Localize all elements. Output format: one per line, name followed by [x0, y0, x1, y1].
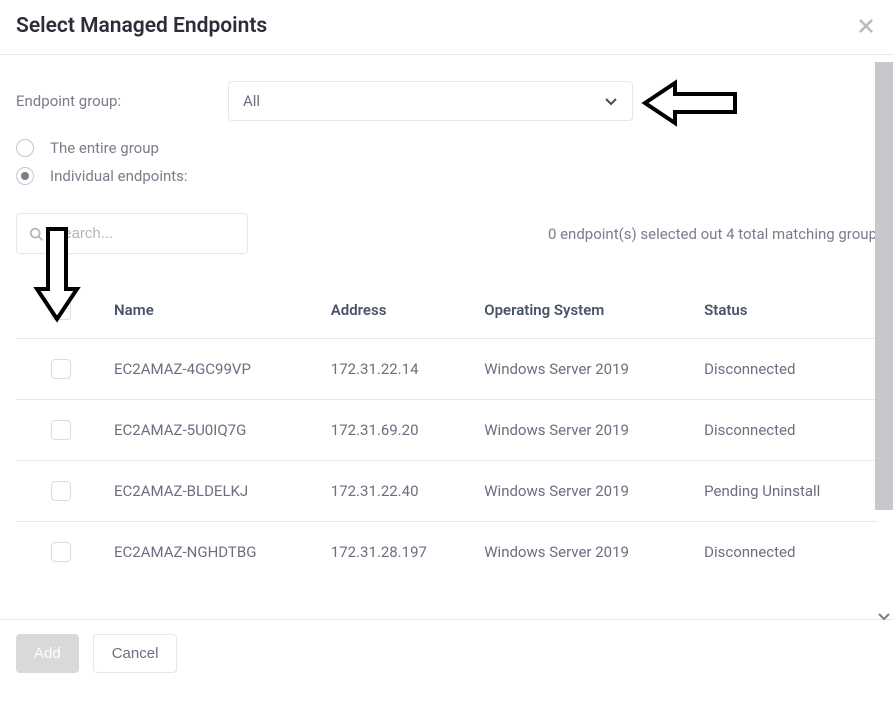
- add-button[interactable]: Add: [16, 634, 79, 673]
- table-row: EC2AMAZ-BLDELKJ 172.31.22.40 Windows Ser…: [16, 461, 877, 522]
- selection-summary: 0 endpoint(s) selected out 4 total match…: [548, 225, 877, 243]
- row-checkbox[interactable]: [51, 542, 71, 562]
- radio-individual-label: Individual endpoints:: [50, 167, 188, 185]
- cell-address: 172.31.28.197: [323, 522, 476, 583]
- search-input[interactable]: [51, 224, 235, 243]
- endpoints-table: Name Address Operating System Status EC2…: [16, 282, 877, 582]
- row-checkbox[interactable]: [51, 359, 71, 379]
- radio-individual[interactable]: [16, 167, 34, 185]
- radio-entire-group-label: The entire group: [50, 139, 159, 157]
- select-all-checkbox[interactable]: [51, 300, 71, 320]
- cell-name: EC2AMAZ-5U0IQ7G: [106, 400, 323, 461]
- search-box[interactable]: [16, 213, 248, 254]
- scrollbar[interactable]: [875, 62, 893, 510]
- scroll-down-icon[interactable]: [877, 609, 891, 623]
- endpoint-group-value: All: [243, 92, 260, 110]
- cell-os: Windows Server 2019: [476, 461, 696, 522]
- cancel-button[interactable]: Cancel: [93, 634, 178, 673]
- modal-title: Select Managed Endpoints: [16, 14, 267, 38]
- search-row: 0 endpoint(s) selected out 4 total match…: [16, 213, 877, 254]
- modal-body: Endpoint group: All The entire group Ind…: [0, 55, 893, 598]
- close-icon[interactable]: [859, 19, 873, 33]
- cell-status: Disconnected: [696, 400, 877, 461]
- modal-footer: Add Cancel: [0, 620, 893, 687]
- cell-status: Pending Uninstall: [696, 461, 877, 522]
- cell-name: EC2AMAZ-4GC99VP: [106, 339, 323, 400]
- cell-status: Disconnected: [696, 522, 877, 583]
- cell-os: Windows Server 2019: [476, 339, 696, 400]
- table-row: EC2AMAZ-5U0IQ7G 172.31.69.20 Windows Ser…: [16, 400, 877, 461]
- modal-header: Select Managed Endpoints: [0, 0, 893, 55]
- endpoint-group-select[interactable]: All: [228, 81, 633, 121]
- row-checkbox[interactable]: [51, 420, 71, 440]
- cell-address: 172.31.22.14: [323, 339, 476, 400]
- col-status[interactable]: Status: [696, 282, 877, 339]
- cell-address: 172.31.69.20: [323, 400, 476, 461]
- radio-entire-group-row: The entire group: [16, 139, 877, 157]
- search-icon: [29, 226, 43, 242]
- endpoint-group-row: Endpoint group: All: [16, 81, 877, 121]
- endpoint-group-label: Endpoint group:: [16, 92, 228, 110]
- cell-name: EC2AMAZ-NGHDTBG: [106, 522, 323, 583]
- cell-os: Windows Server 2019: [476, 522, 696, 583]
- chevron-down-icon: [604, 94, 618, 108]
- col-name[interactable]: Name: [106, 282, 323, 339]
- cell-address: 172.31.22.40: [323, 461, 476, 522]
- radio-individual-row: Individual endpoints:: [16, 167, 877, 185]
- scroll-area[interactable]: Endpoint group: All The entire group Ind…: [0, 55, 893, 620]
- table-row: EC2AMAZ-4GC99VP 172.31.22.14 Windows Ser…: [16, 339, 877, 400]
- col-address[interactable]: Address: [323, 282, 476, 339]
- table-row: EC2AMAZ-NGHDTBG 172.31.28.197 Windows Se…: [16, 522, 877, 583]
- col-os[interactable]: Operating System: [476, 282, 696, 339]
- cell-os: Windows Server 2019: [476, 400, 696, 461]
- cell-name: EC2AMAZ-BLDELKJ: [106, 461, 323, 522]
- radio-entire-group[interactable]: [16, 139, 34, 157]
- row-checkbox[interactable]: [51, 481, 71, 501]
- cell-status: Disconnected: [696, 339, 877, 400]
